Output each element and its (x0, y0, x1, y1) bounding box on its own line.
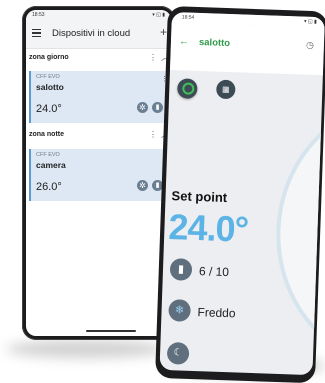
snowflake-icon[interactable]: ❄ (168, 299, 191, 322)
mode-text: Freddo (197, 305, 236, 321)
group-header-zona-giorno[interactable]: zona giorno ⋮ ︿ (26, 51, 171, 67)
gesture-bar (86, 330, 136, 332)
app-bar: Dispositivi in cloud + (26, 20, 171, 49)
kebab-icon[interactable]: ⋮ (149, 130, 157, 139)
device-temperature: 26.0° (36, 181, 62, 193)
fan-icon: ✲ (137, 180, 148, 191)
setpoint-value: 24.0° (167, 206, 249, 250)
status-time: 18:53 (32, 12, 45, 18)
device-card-salotto[interactable]: CFF EVO salotto ⋮ 24.0° ✲ ▮ (29, 71, 171, 123)
status-bar: 18:53 ▾ ◱ ▮ (26, 10, 171, 20)
status-icons: ▾ ◱ ▮ (303, 18, 317, 26)
page-title: salotto (198, 36, 231, 50)
app-bar: ← salotto ◷ (169, 21, 325, 76)
group-name: zona giorno (29, 54, 69, 61)
setpoint-label: Set point (171, 188, 228, 206)
device-name: salotto (36, 82, 64, 92)
clock-icon[interactable]: ◷ (306, 40, 314, 51)
back-icon[interactable]: ← (179, 36, 189, 47)
thermostat-dial[interactable] (271, 95, 325, 373)
level-icon[interactable]: ▮ (169, 258, 193, 281)
menu-icon[interactable] (32, 29, 41, 38)
left-phone-screen: 18:53 ▾ ◱ ▮ Dispositivi in cloud + zona … (26, 10, 171, 336)
device-temperature: 24.0° (36, 103, 62, 115)
fan-icon: ✲ (137, 102, 148, 113)
device-model: CFF EVO (36, 152, 60, 158)
moon-icon[interactable]: ☾ (166, 342, 190, 365)
fan-level-text: 6 / 10 (198, 264, 230, 280)
group-name: zona notte (29, 131, 64, 138)
calendar-icon[interactable]: ▦ (216, 79, 236, 100)
level-icon: ▮ (152, 102, 163, 113)
device-card-camera[interactable]: CFF EVO camera ⋮ 26.0° ✲ ▮ (29, 149, 171, 201)
power-icon[interactable] (176, 78, 198, 99)
left-phone-shadow (6, 340, 166, 358)
device-name: camera (36, 160, 66, 170)
status-icons: ▾ ◱ ▮ (152, 12, 165, 18)
kebab-icon[interactable]: ⋮ (149, 53, 157, 62)
group-header-zona-notte[interactable]: zona notte ⋮ ︿ (26, 128, 171, 144)
right-phone-screen: 18:54 ▾ ◱ ▮ ← salotto ◷ ▦ Set point 24.0… (159, 12, 325, 376)
device-model: CFF EVO (36, 74, 60, 80)
page-title: Dispositivi in cloud (52, 28, 131, 39)
status-time: 18:54 (181, 14, 195, 21)
